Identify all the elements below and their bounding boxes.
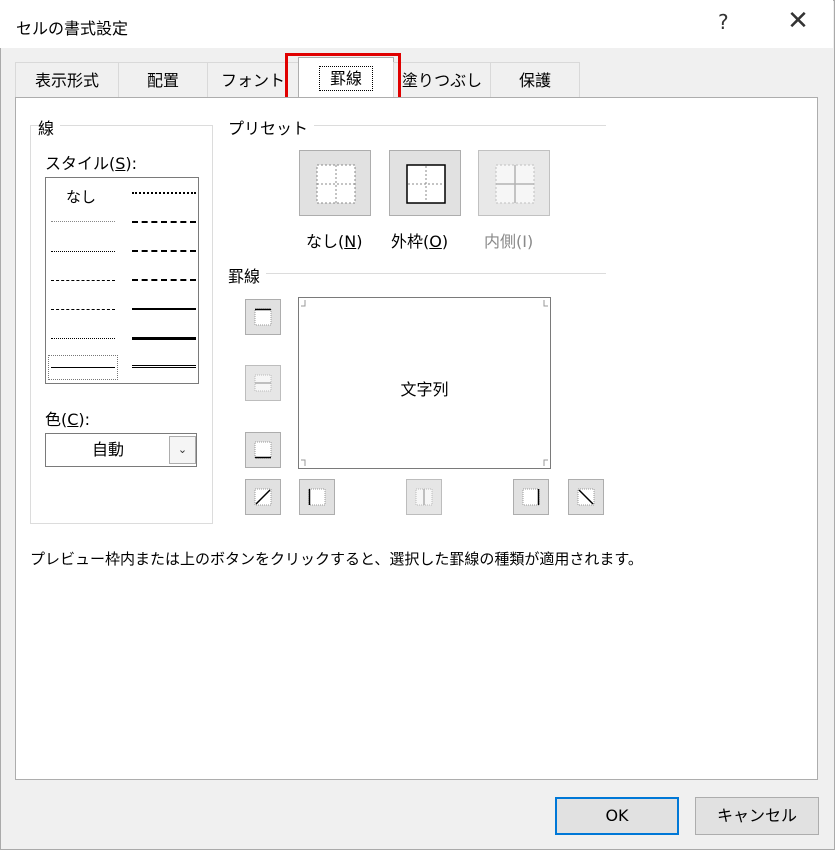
- border-group-line: [228, 273, 606, 274]
- border-diagonal-up-button[interactable]: [245, 479, 281, 515]
- preset-outline-button[interactable]: [389, 150, 461, 216]
- border-bottom-icon: [254, 441, 272, 459]
- line-group-label: 線: [38, 115, 61, 139]
- border-right-icon: [522, 488, 540, 506]
- cancel-button[interactable]: キャンセル: [695, 797, 819, 835]
- preset-none-icon: [316, 164, 356, 204]
- color-select-value: 自動: [91, 440, 124, 459]
- tab-number[interactable]: 表示形式: [15, 62, 119, 97]
- border-bottom-button[interactable]: [245, 432, 281, 468]
- line-style-medium-dashdot[interactable]: [132, 250, 196, 252]
- dialog-title: セルの書式設定: [16, 19, 129, 38]
- line-style-medium-dashed[interactable]: [132, 279, 196, 281]
- color-label: 色(C):: [45, 410, 91, 429]
- line-style-medium-dashdotdot[interactable]: [132, 192, 196, 194]
- border-right-button[interactable]: [513, 479, 549, 515]
- line-style-slanted-dashdot[interactable]: [132, 221, 196, 223]
- border-inside-horizontal-button: [245, 365, 281, 401]
- tab-alignment[interactable]: 配置: [118, 62, 208, 97]
- border-top-icon: [254, 308, 272, 326]
- border-left-button[interactable]: [299, 479, 335, 515]
- preset-inside-button: [478, 150, 550, 216]
- preview-text: 文字列: [400, 380, 449, 399]
- preset-inside-icon: [495, 164, 535, 204]
- tab-protection[interactable]: 保護: [490, 62, 580, 97]
- style-label: スタイル(S):: [45, 154, 138, 173]
- line-style-thick[interactable]: [132, 337, 196, 340]
- line-style-none[interactable]: なし: [66, 186, 96, 207]
- preset-none-button[interactable]: [299, 150, 371, 216]
- preset-outline-label: 外枠(O): [391, 232, 449, 251]
- border-preview[interactable]: 文字列: [298, 297, 551, 469]
- line-style-medium[interactable]: [132, 308, 196, 310]
- close-button[interactable]: ✕: [783, 6, 813, 36]
- border-diagonal-down-button[interactable]: [568, 479, 604, 515]
- line-style-selected[interactable]: [48, 355, 118, 380]
- help-button[interactable]: ?: [718, 10, 729, 34]
- preset-outline-icon: [406, 164, 446, 204]
- line-style-dashdotdot[interactable]: [51, 280, 115, 281]
- diagonal-up-icon: [254, 488, 272, 506]
- ok-button[interactable]: OK: [555, 797, 679, 835]
- border-group-label: 罫線: [228, 263, 267, 287]
- line-style-dashdot[interactable]: [51, 309, 115, 310]
- line-style-double[interactable]: [132, 365, 196, 369]
- line-style-dashed-thin[interactable]: [51, 338, 115, 339]
- line-style-hair[interactable]: [51, 221, 115, 222]
- preset-none-label: なし(N): [306, 232, 363, 251]
- border-inside-vertical-icon: [415, 488, 433, 506]
- line-style-dotted[interactable]: [51, 251, 115, 252]
- border-inside-vertical-button: [406, 479, 442, 515]
- border-inside-horizontal-icon: [254, 374, 272, 392]
- line-style-list[interactable]: なし: [45, 177, 199, 384]
- presets-group-label: プリセット: [228, 115, 315, 139]
- chevron-down-icon[interactable]: ⌄: [169, 436, 196, 464]
- highlight-frame: [285, 53, 401, 101]
- hint-text: プレビュー枠内または上のボタンをクリックすると、選択した罫線の種類が適用されます…: [30, 550, 643, 568]
- color-select[interactable]: 自動 ⌄: [45, 433, 197, 467]
- diagonal-down-icon: [577, 488, 595, 506]
- border-top-button[interactable]: [245, 299, 281, 335]
- preset-inside-label: 内側(I): [484, 232, 534, 251]
- border-left-icon: [308, 488, 326, 506]
- tab-fill[interactable]: 塗りつぶし: [393, 62, 491, 97]
